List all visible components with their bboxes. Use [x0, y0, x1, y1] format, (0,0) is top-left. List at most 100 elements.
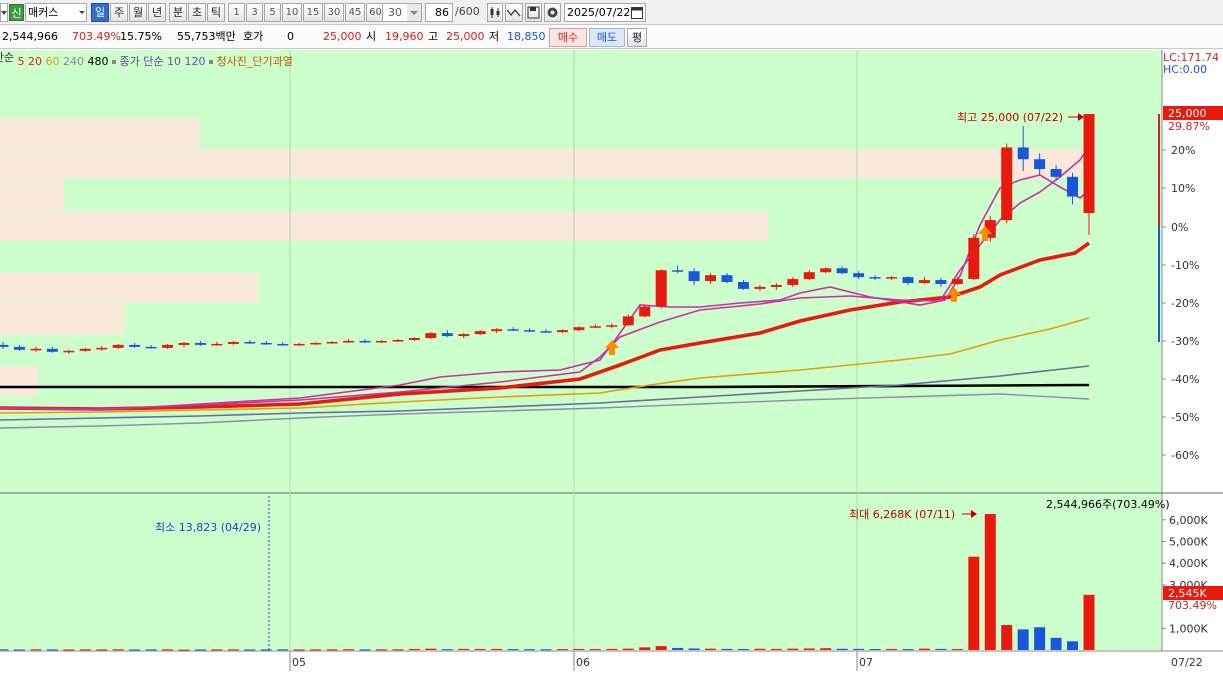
- count-value: 86: [435, 6, 449, 19]
- candle: [869, 277, 881, 279]
- save-button[interactable]: [525, 3, 542, 22]
- x-axis-label-jun: 06: [576, 656, 590, 669]
- candle-type-button[interactable]: [487, 3, 503, 22]
- interval-5-button[interactable]: 5: [264, 3, 281, 22]
- settings-button[interactable]: [544, 3, 561, 22]
- price-axis-label: 20%: [1171, 144, 1195, 157]
- interval-dropdown-icon[interactable]: [407, 4, 421, 21]
- candle: [359, 340, 371, 343]
- candle: [672, 270, 684, 272]
- ma-legend-period[interactable]: 5: [18, 55, 25, 68]
- candle: [491, 329, 503, 332]
- volume-bar: [836, 648, 848, 650]
- interval-3-button[interactable]: 3: [246, 3, 263, 22]
- period-year-button[interactable]: 년: [148, 3, 166, 22]
- line-type-button[interactable]: [505, 3, 523, 22]
- low-price: 18,850: [507, 30, 546, 43]
- candle: [968, 237, 980, 280]
- ma-legend-period[interactable]: 20: [28, 55, 42, 68]
- candle: [556, 330, 568, 333]
- x-axis-label-jul: 07: [859, 656, 873, 669]
- current-price-tag-pct: 29.87%: [1168, 120, 1210, 133]
- candle: [951, 279, 963, 284]
- stock-name: 매커스: [28, 6, 59, 19]
- period-day-button[interactable]: 일: [91, 3, 109, 22]
- profile-bar: [0, 179, 64, 210]
- period-week-button[interactable]: 주: [110, 3, 128, 22]
- save-icon: [527, 6, 540, 19]
- profile-bar: [0, 304, 124, 335]
- volume-bar: [935, 648, 947, 650]
- interval-1-button[interactable]: 1: [228, 3, 245, 22]
- candle: [96, 347, 108, 350]
- volume-bar: [968, 556, 980, 650]
- candle-type-icon: [490, 7, 500, 18]
- interval-15-button[interactable]: 15: [303, 3, 323, 22]
- candle: [441, 333, 453, 337]
- volume-bar: [491, 648, 503, 650]
- candle: [162, 344, 174, 348]
- period-second-button[interactable]: 초: [188, 3, 206, 22]
- ma-legend-label: 단순: [0, 51, 14, 64]
- price-axis-label: 10%: [1171, 182, 1195, 195]
- interval-input[interactable]: 30: [382, 3, 422, 22]
- sell-button[interactable]: 매도: [589, 28, 625, 47]
- volume-bar: [524, 649, 536, 651]
- volume-axis-label: 5,000K: [1169, 536, 1208, 549]
- volume-bar: [589, 649, 601, 651]
- volume-bar: [112, 649, 124, 651]
- chart-toolbar: 신 매커스 일 주 월 년 분 초 틱 1 3 5 10 15 30 45 60…: [0, 0, 1223, 25]
- candle: [705, 275, 717, 282]
- stock-dropdown-icon[interactable]: [78, 4, 86, 21]
- calendar-icon[interactable]: [631, 6, 643, 19]
- quote-bar: 2,544,966 703.49% 15.75% 55,753백만 호가 0 2…: [0, 25, 1223, 49]
- interval-30-button[interactable]: 30: [324, 3, 344, 22]
- interval-45-button[interactable]: 45: [345, 3, 365, 22]
- indicator-legend-label[interactable]: 청사진_단기과열: [216, 55, 292, 68]
- x-axis-label-may: 05: [292, 656, 306, 669]
- interval-value: 30: [388, 6, 402, 19]
- eval-button[interactable]: 평: [627, 28, 647, 47]
- candle: [886, 277, 898, 279]
- open-price: 19,960: [385, 30, 424, 43]
- ma-legend-period[interactable]: 480: [88, 55, 109, 68]
- buy-button[interactable]: 매수: [549, 28, 587, 47]
- vol-ma-legend-period[interactable]: 10: [167, 55, 181, 68]
- open-label: 시: [366, 30, 377, 43]
- date-input[interactable]: 2025/07/22: [564, 3, 646, 22]
- candle: [1017, 147, 1029, 160]
- candle: [589, 326, 601, 328]
- volume-bar: [359, 649, 371, 651]
- volume-bar: [754, 648, 766, 650]
- candle: [820, 268, 832, 273]
- volume-bar: [63, 649, 75, 651]
- candle: [30, 348, 42, 351]
- interval-10-button[interactable]: 10: [282, 3, 302, 22]
- hoga-value: 0: [287, 30, 294, 43]
- candle: [606, 325, 618, 327]
- volume-bar: [293, 649, 305, 651]
- low-label: 저: [489, 30, 500, 43]
- vol-ma-legend-period[interactable]: 120: [184, 55, 205, 68]
- ma-legend-period[interactable]: 240: [63, 55, 84, 68]
- volume-bar: [392, 649, 404, 651]
- period-tick-button[interactable]: 틱: [207, 3, 225, 22]
- count-input[interactable]: 86: [425, 3, 453, 22]
- candle: [13, 346, 25, 350]
- volume-bar: [737, 649, 749, 651]
- period-month-button[interactable]: 월: [129, 3, 147, 22]
- volume-pct: 703.49%: [72, 30, 121, 43]
- volume-bar: [556, 649, 568, 651]
- price-axis-label: -30%: [1171, 335, 1199, 348]
- volume-bar: [441, 649, 453, 651]
- legend-separator-icon: [112, 60, 116, 64]
- ma-legend-period[interactable]: 60: [46, 55, 60, 68]
- volume-bar: [622, 648, 634, 650]
- dropdown-arrow-icon[interactable]: [0, 3, 8, 22]
- profile-bar: [0, 118, 200, 148]
- candle: [935, 280, 947, 284]
- period-minute-button[interactable]: 분: [169, 3, 187, 22]
- volume-axis-label: 1,000K: [1169, 622, 1208, 635]
- candle: [639, 306, 651, 317]
- volume-bar: [408, 649, 420, 651]
